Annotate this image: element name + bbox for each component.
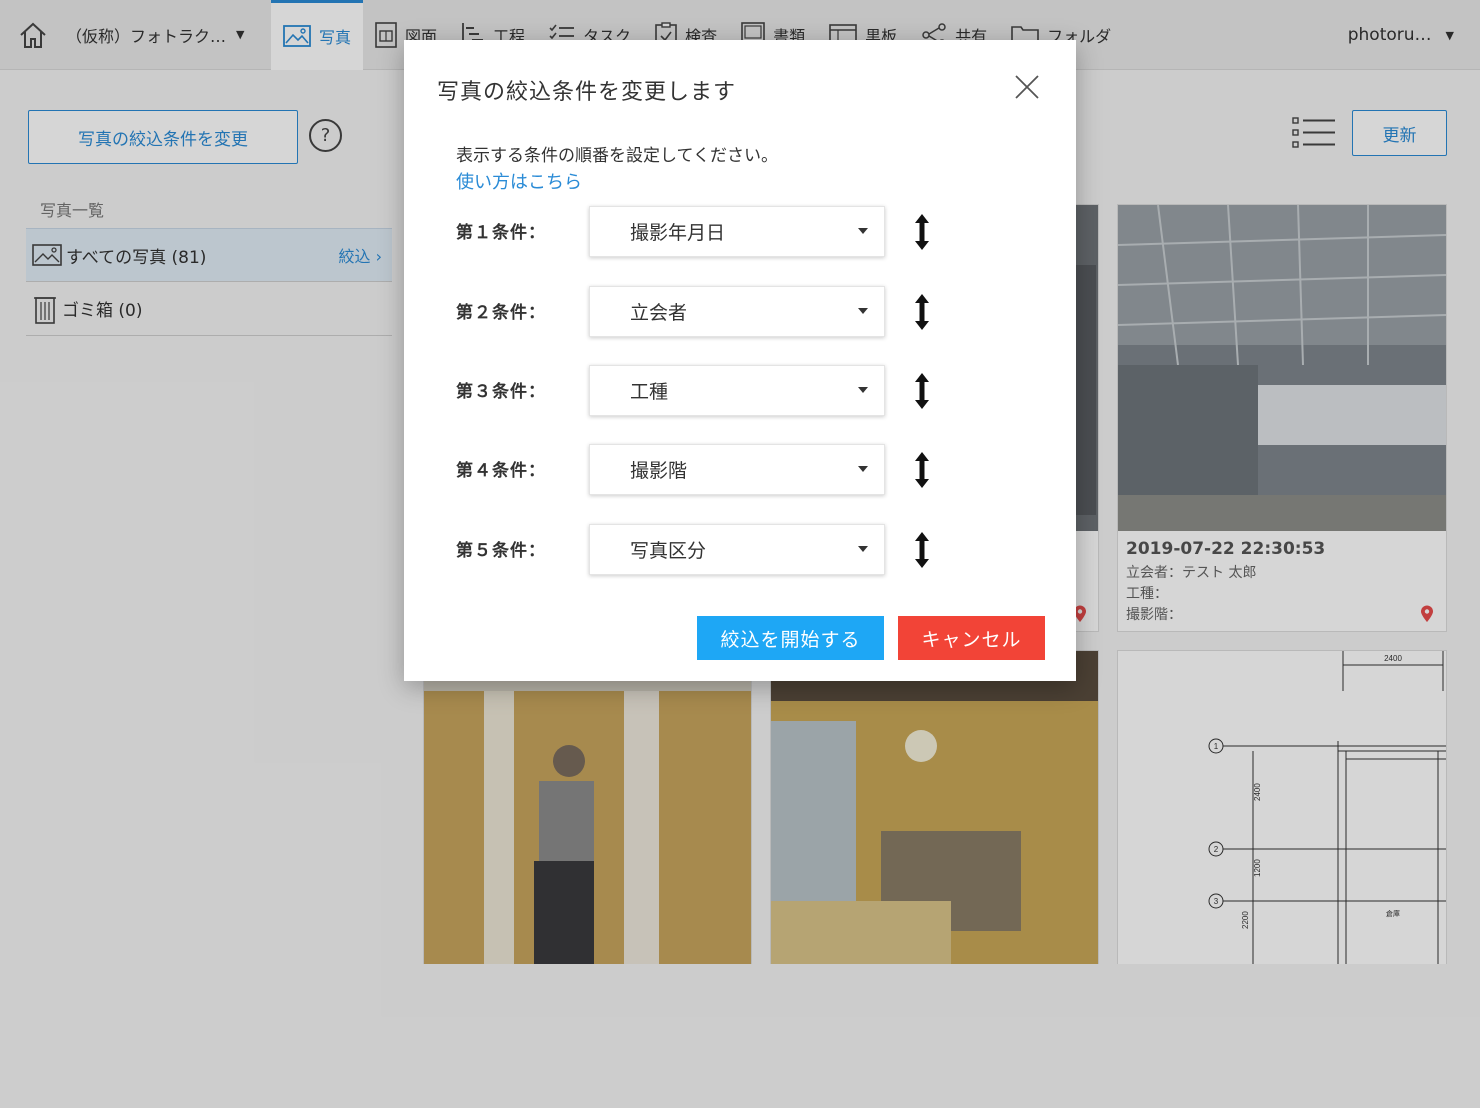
condition-row-2: 第２条件： 立会者 (456, 286, 976, 338)
condition-value: 撮影年月日 (630, 222, 726, 244)
condition-label: 第１条件： (456, 223, 546, 243)
cancel-button[interactable]: キャンセル (898, 616, 1045, 660)
chevron-down-icon (858, 228, 868, 234)
condition-select[interactable]: 撮影階 (589, 444, 885, 495)
condition-row-3: 第３条件： 工種 (456, 365, 976, 417)
dialog-description: 表示する条件の順番を設定してください。 (456, 146, 778, 166)
dialog-title: 写真の絞込条件を変更します (437, 80, 737, 105)
reorder-handle-icon[interactable] (911, 450, 933, 490)
condition-label: 第２条件： (456, 303, 546, 323)
condition-select[interactable]: 撮影年月日 (589, 206, 885, 257)
start-filter-button[interactable]: 絞込を開始する (697, 616, 884, 660)
condition-value: 工種 (630, 381, 669, 403)
condition-select[interactable]: 立会者 (589, 286, 885, 337)
reorder-handle-icon[interactable] (911, 212, 933, 252)
condition-value: 立会者 (630, 302, 688, 324)
condition-label: 第３条件： (456, 382, 546, 402)
condition-value: 写真区分 (630, 540, 707, 562)
chevron-down-icon (858, 546, 868, 552)
condition-label: 第５条件： (456, 541, 546, 561)
howto-link[interactable]: 使い方はこちら (456, 168, 582, 194)
filter-condition-dialog: 写真の絞込条件を変更します 表示する条件の順番を設定してください。 使い方はこち… (404, 40, 1076, 681)
chevron-down-icon (858, 466, 868, 472)
condition-row-5: 第５条件： 写真区分 (456, 524, 976, 576)
condition-row-4: 第４条件： 撮影階 (456, 444, 976, 496)
condition-select[interactable]: 工種 (589, 365, 885, 416)
reorder-handle-icon[interactable] (911, 530, 933, 570)
reorder-handle-icon[interactable] (911, 371, 933, 411)
chevron-down-icon (858, 308, 868, 314)
chevron-down-icon (858, 387, 868, 393)
condition-value: 撮影階 (630, 460, 688, 482)
reorder-handle-icon[interactable] (911, 292, 933, 332)
condition-row-1: 第１条件： 撮影年月日 (456, 206, 976, 258)
condition-label: 第４条件： (456, 461, 546, 481)
condition-select[interactable]: 写真区分 (589, 524, 885, 575)
close-icon[interactable] (1014, 74, 1040, 100)
